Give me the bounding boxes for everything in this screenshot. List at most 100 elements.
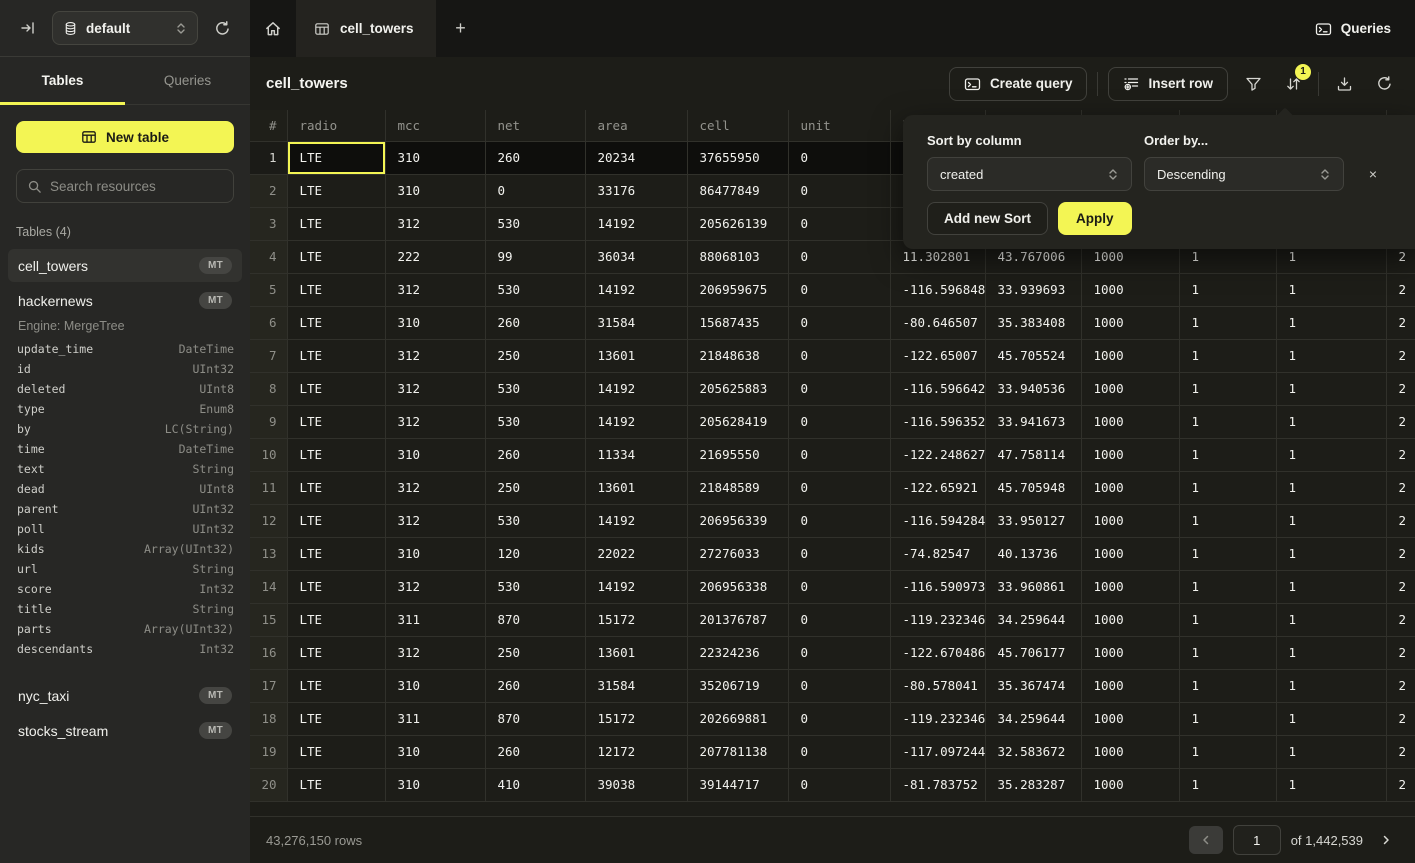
table-cell[interactable]: 530 [485,273,585,306]
prev-page-button[interactable] [1189,826,1223,854]
table-cell[interactable]: 2 [1386,372,1415,405]
table-cell[interactable]: 0 [788,768,890,801]
table-cell[interactable]: 1 [1276,306,1386,339]
table-cell[interactable]: 312 [385,207,485,240]
table-cell[interactable]: 34.259644 [985,603,1081,636]
table-cell[interactable]: 11334 [585,438,687,471]
table-cell[interactable]: 35.383408 [985,306,1081,339]
table-cell[interactable]: 2 [1386,603,1415,636]
table-cell[interactable]: 13601 [585,471,687,504]
sidebar-item-hackernews[interactable]: hackernewsMT [8,284,242,317]
table-cell[interactable]: 1000 [1081,603,1179,636]
table-cell[interactable]: 33.950127 [985,504,1081,537]
table-cell[interactable]: 1 [1179,438,1276,471]
table-cell[interactable]: 39144717 [687,768,788,801]
table-cell[interactable]: 0 [788,735,890,768]
table-cell[interactable]: 410 [485,768,585,801]
table-cell[interactable]: -122.248627 [890,438,985,471]
table-cell[interactable]: -81.783752 [890,768,985,801]
table-cell[interactable]: 45.706177 [985,636,1081,669]
next-page-button[interactable] [1373,826,1399,854]
table-cell[interactable]: 27276033 [687,537,788,570]
table-cell[interactable]: 1000 [1081,768,1179,801]
table-cell[interactable]: 1000 [1081,570,1179,603]
table-cell[interactable]: 250 [485,636,585,669]
table-cell[interactable]: 260 [485,306,585,339]
column-header-area[interactable]: area [585,110,687,141]
table-cell[interactable]: 88068103 [687,240,788,273]
table-cell[interactable]: 0 [788,669,890,702]
table-cell[interactable]: 1 [1276,603,1386,636]
table-cell[interactable]: 1 [1276,273,1386,306]
table-cell[interactable]: 33.960861 [985,570,1081,603]
table-cell[interactable]: 1000 [1081,537,1179,570]
table-cell[interactable]: LTE [287,306,385,339]
table-cell[interactable]: 310 [385,735,485,768]
table-cell[interactable]: 2 [1386,570,1415,603]
table-cell[interactable]: 1 [1179,636,1276,669]
table-cell[interactable]: -74.82547 [890,537,985,570]
table-cell[interactable]: 13601 [585,339,687,372]
table-cell[interactable]: 39038 [585,768,687,801]
table-cell[interactable]: 0 [485,174,585,207]
table-cell[interactable]: 2 [1386,438,1415,471]
sidebar-item-cell_towers[interactable]: cell_towersMT [8,249,242,282]
table-cell[interactable]: 1 [1179,669,1276,702]
table-cell[interactable]: 530 [485,372,585,405]
table-cell[interactable]: 310 [385,438,485,471]
table-cell[interactable]: 35.367474 [985,669,1081,702]
table-cell[interactable]: 0 [788,405,890,438]
sort-column-select[interactable]: created [927,157,1132,191]
table-cell[interactable]: 1000 [1081,372,1179,405]
table-cell[interactable]: 1000 [1081,504,1179,537]
table-cell[interactable]: 0 [788,240,890,273]
table-cell[interactable]: 1 [1276,471,1386,504]
table-cell[interactable]: LTE [287,768,385,801]
table-cell[interactable]: 312 [385,372,485,405]
table-cell[interactable]: 1 [1276,570,1386,603]
table-cell[interactable]: -122.65921 [890,471,985,504]
table-cell[interactable]: 0 [788,141,890,174]
column-header-radio[interactable]: radio [287,110,385,141]
table-cell[interactable]: 33.939693 [985,273,1081,306]
queries-button[interactable]: Queries [1291,0,1415,57]
table-cell[interactable]: 15172 [585,702,687,735]
table-cell[interactable]: 1 [1179,471,1276,504]
table-cell[interactable]: -80.646507 [890,306,985,339]
table-cell[interactable]: LTE [287,405,385,438]
table-cell[interactable]: 14192 [585,207,687,240]
table-cell[interactable]: 206956339 [687,504,788,537]
table-cell[interactable]: LTE [287,603,385,636]
table-cell[interactable]: 12172 [585,735,687,768]
table-cell[interactable]: -116.596352 [890,405,985,438]
sidebar-item-stocks_stream[interactable]: stocks_streamMT [8,714,242,747]
add-new-sort-button[interactable]: Add new Sort [927,202,1048,235]
table-cell[interactable]: 312 [385,405,485,438]
table-cell[interactable]: 45.705524 [985,339,1081,372]
table-cell[interactable]: 1 [1179,768,1276,801]
table-cell[interactable]: 2 [1386,702,1415,735]
table-cell[interactable]: -116.594284 [890,504,985,537]
table-cell[interactable]: 260 [485,141,585,174]
table-cell[interactable]: 14192 [585,570,687,603]
table-cell[interactable]: 250 [485,339,585,372]
table-cell[interactable]: -122.65007 [890,339,985,372]
table-cell[interactable]: 2 [1386,504,1415,537]
table-cell[interactable]: 0 [788,339,890,372]
table-cell[interactable]: 310 [385,768,485,801]
table-cell[interactable]: LTE [287,372,385,405]
table-cell[interactable]: 0 [788,372,890,405]
column-header-row-number[interactable]: # [250,110,287,141]
table-cell[interactable]: 47.758114 [985,438,1081,471]
table-cell[interactable]: 530 [485,570,585,603]
column-header-cell[interactable]: cell [687,110,788,141]
table-cell[interactable]: 0 [788,603,890,636]
database-select[interactable]: default [52,11,198,45]
table-cell[interactable]: 33176 [585,174,687,207]
table-cell[interactable]: 202669881 [687,702,788,735]
table-cell[interactable]: 310 [385,306,485,339]
table-cell[interactable]: 33.940536 [985,372,1081,405]
table-cell[interactable]: -119.232346 [890,702,985,735]
sidebar-tab-tables[interactable]: Tables [0,57,125,104]
table-cell[interactable]: 2 [1386,306,1415,339]
